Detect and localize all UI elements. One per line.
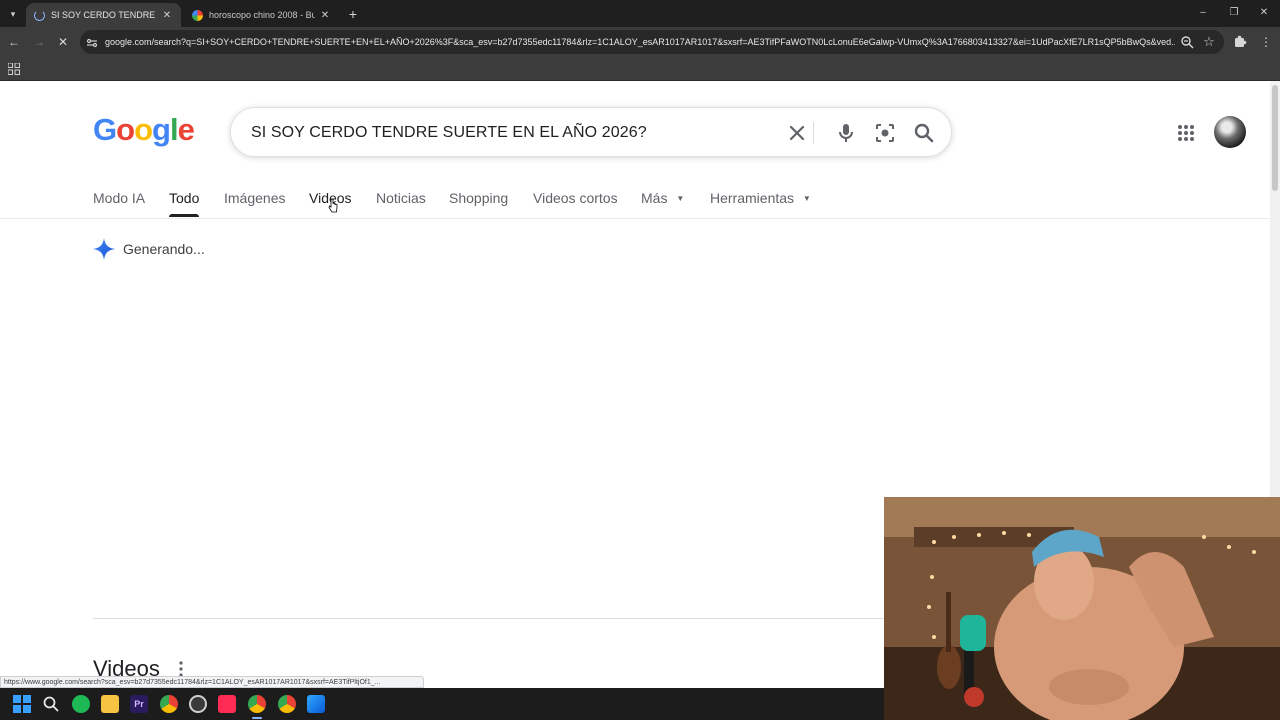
webcam-image <box>884 497 1280 720</box>
caret-down-icon: ▼ <box>802 194 811 203</box>
search-divider <box>813 122 814 144</box>
tab-mas-label: Más <box>641 190 668 206</box>
tab-search-button[interactable]: ▾ <box>5 6 21 22</box>
logo-letter: G <box>93 112 117 147</box>
active-app-indicator <box>252 717 262 719</box>
close-icon[interactable]: ✕ <box>161 10 173 21</box>
close-icon[interactable]: ✕ <box>319 10 331 21</box>
stop-loading-button[interactable]: ✕ <box>53 32 73 52</box>
logo-letter: g <box>152 112 171 147</box>
search-box[interactable]: SI SOY CERDO TENDRE SUERTE EN EL AÑO 202… <box>230 107 952 157</box>
tab-mas[interactable]: Más ▼ <box>641 190 684 206</box>
address-bar[interactable]: google.com/search?q=SI+SOY+CERDO+TENDRE+… <box>80 30 1224 54</box>
close-icon[interactable] <box>785 121 809 145</box>
search-icon[interactable] <box>42 695 60 713</box>
bookmarks-bar <box>0 57 1280 81</box>
restore-button[interactable]: ❐ <box>1224 6 1244 20</box>
google-doodle-logo[interactable]: Google <box>93 112 195 148</box>
tab-todo[interactable]: Todo <box>169 190 199 206</box>
webcam-overlay <box>884 497 1280 720</box>
tab-imagenes[interactable]: Imágenes <box>224 190 285 206</box>
browser-tab-active[interactable]: SI SOY CERDO TENDRE SUERTE ✕ <box>26 3 181 27</box>
microphone-icon[interactable] <box>834 121 858 145</box>
browser-tab[interactable]: horoscopo chino 2008 - Buscar ✕ <box>184 3 339 27</box>
new-tab-button[interactable]: + <box>344 5 362 23</box>
tab-title: SI SOY CERDO TENDRE SUERTE <box>51 10 157 20</box>
windows-taskbar: Pr <box>0 688 884 720</box>
tab-modo-ia[interactable]: Modo IA <box>93 190 145 206</box>
ai-overview-status: Generando... <box>93 236 205 262</box>
chrome-profile-icon[interactable] <box>278 695 296 713</box>
tab-herramientas[interactable]: Herramientas ▼ <box>710 190 811 206</box>
menu-kebab-icon[interactable]: ⋮ <box>1256 32 1276 52</box>
chrome-icon[interactable] <box>160 695 178 713</box>
caret-down-icon: ▼ <box>676 194 685 203</box>
hand-cursor-icon <box>328 198 338 213</box>
tab-shopping[interactable]: Shopping <box>449 190 508 206</box>
window-close-button[interactable]: ✕ <box>1254 6 1274 20</box>
tiktok-icon[interactable] <box>218 695 236 713</box>
sparkle-icon <box>93 238 115 260</box>
logo-letter: o <box>116 112 135 147</box>
section-divider <box>93 618 885 619</box>
search-input[interactable]: SI SOY CERDO TENDRE SUERTE EN EL AÑO 202… <box>251 108 647 158</box>
active-tab-indicator <box>169 214 199 217</box>
extensions-icon[interactable] <box>1230 32 1250 52</box>
chrome-icon[interactable] <box>248 695 266 713</box>
photos-icon[interactable] <box>307 695 325 713</box>
browser-toolbar: ← → ✕ google.com/search?q=SI+SOY+CERDO+T… <box>0 27 1280 57</box>
minimize-button[interactable]: – <box>1193 6 1213 20</box>
bookmark-star-icon[interactable]: ☆ <box>1201 34 1217 50</box>
zoom-icon[interactable] <box>1180 35 1194 49</box>
tabs-divider <box>0 218 1270 219</box>
back-button[interactable]: ← <box>4 32 24 52</box>
loading-icon <box>34 9 45 21</box>
tab-noticias[interactable]: Noticias <box>376 190 426 206</box>
tab-title: horoscopo chino 2008 - Buscar <box>209 10 315 20</box>
logo-letter: e <box>177 112 195 147</box>
avatar[interactable] <box>1214 116 1246 148</box>
premiere-pro-icon[interactable]: Pr <box>130 695 148 713</box>
scrollbar-thumb[interactable] <box>1272 85 1278 191</box>
search-icon[interactable] <box>912 121 936 145</box>
site-info-icon[interactable] <box>86 36 98 48</box>
file-explorer-icon[interactable] <box>101 695 119 713</box>
windows-start-icon[interactable] <box>13 695 31 713</box>
tab-videos-cortos[interactable]: Videos cortos <box>533 190 618 206</box>
logo-letter: o <box>134 112 153 147</box>
url-text[interactable]: google.com/search?q=SI+SOY+CERDO+TENDRE+… <box>105 30 1175 54</box>
forward-button[interactable]: → <box>29 32 49 52</box>
apps-shortcut-icon[interactable] <box>7 62 20 75</box>
google-favicon-icon <box>192 9 203 21</box>
obs-icon[interactable] <box>189 695 207 713</box>
ai-overview-generating-text: Generando... <box>123 241 205 257</box>
apps-grid-icon[interactable] <box>1177 124 1195 142</box>
logo-letter: l <box>169 112 179 147</box>
spotify-icon[interactable] <box>72 695 90 713</box>
search-tabs: Modo IA Todo Imágenes Videos Noticias Sh… <box>0 185 1270 219</box>
tab-herramientas-label: Herramientas <box>710 190 795 206</box>
link-status-bubble: https://www.google.com/search?sca_esv=b2… <box>0 676 424 688</box>
browser-tab-strip: ▾ SI SOY CERDO TENDRE SUERTE ✕ horoscopo… <box>0 0 1280 27</box>
camera-icon[interactable] <box>873 121 897 145</box>
